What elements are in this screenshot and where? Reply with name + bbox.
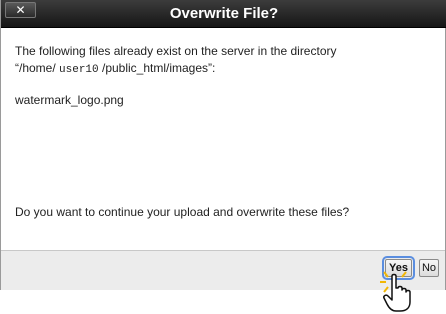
overwrite-dialog: ✕ Overwrite File? The following files al…: [0, 0, 446, 290]
dialog-titlebar: ✕ Overwrite File?: [1, 0, 446, 28]
path-prefix: “/home/: [15, 61, 56, 75]
path-suffix: /public_html/images”:: [101, 61, 216, 75]
directory-path: “/home/ user10 /public_html/images”:: [15, 60, 435, 79]
dialog-message: The following files already exist on the…: [15, 43, 435, 79]
path-user: user10: [59, 64, 99, 76]
dialog-title: Overwrite File?: [169, 5, 279, 22]
message-line-1: The following files already exist on the…: [15, 44, 337, 58]
no-button[interactable]: No: [419, 259, 439, 277]
existing-file-name: watermark_logo.png: [15, 93, 124, 107]
hand-pointer-cursor-icon: [380, 271, 411, 312]
overwrite-question: Do you want to continue your upload and …: [15, 205, 350, 219]
